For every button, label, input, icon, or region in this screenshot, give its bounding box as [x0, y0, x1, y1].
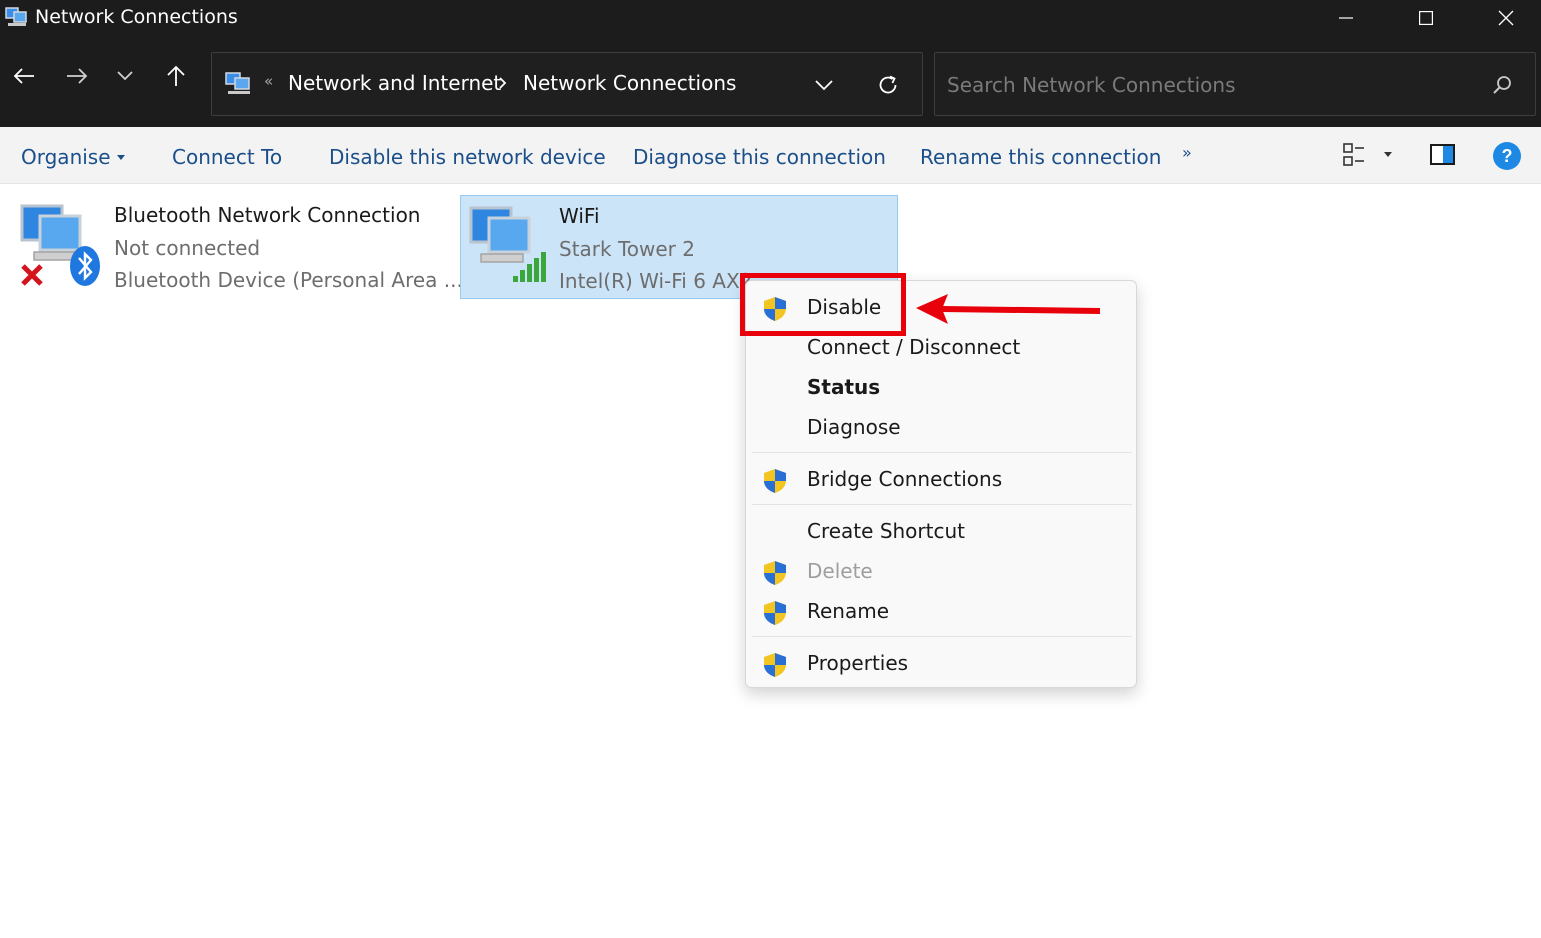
refresh-icon	[879, 75, 897, 94]
address-history-button[interactable]	[810, 71, 838, 99]
maximize-button[interactable]	[1386, 0, 1466, 36]
uac-shield-icon	[764, 469, 786, 493]
menu-item-create-shortcut[interactable]: Create Shortcut	[746, 512, 1136, 552]
recent-locations-button[interactable]	[107, 58, 143, 94]
refresh-button[interactable]	[874, 71, 902, 99]
close-button[interactable]	[1466, 0, 1541, 36]
command-bar: Organise Connect To Disable this network…	[0, 127, 1541, 184]
help-icon[interactable]: ?	[1492, 141, 1522, 171]
chevron-down-icon	[815, 79, 833, 90]
menu-item-diagnose[interactable]: Diagnose	[746, 408, 1136, 448]
menu-item-status[interactable]: Status	[746, 368, 1136, 408]
menu-item-label: Status	[807, 375, 881, 399]
menu-separator	[752, 452, 1132, 453]
chevron-down-icon	[117, 71, 133, 81]
preview-pane-button[interactable]	[1428, 140, 1458, 170]
menu-item-label: Rename	[807, 599, 890, 623]
arrow-left-icon	[13, 68, 34, 84]
uac-shield-icon	[764, 653, 786, 677]
menu-item-delete[interactable]: Delete	[746, 552, 1136, 592]
menu-separator	[752, 636, 1132, 637]
svg-text:?: ?	[1502, 146, 1513, 166]
breadcrumb-network-and-internet[interactable]: Network and Internet	[288, 71, 501, 95]
navigation-bar: « Network and Internet Network Connectio…	[0, 36, 1541, 127]
connection-name: Bluetooth Network Connection	[114, 203, 421, 227]
up-button[interactable]	[158, 58, 194, 94]
menu-item-properties[interactable]: Properties	[746, 644, 1136, 684]
window-title: Network Connections	[35, 6, 238, 28]
connection-item-bluetooth[interactable]: Bluetooth Network Connection Not connect…	[16, 200, 463, 300]
uac-shield-icon	[764, 561, 786, 585]
minimize-button[interactable]	[1306, 0, 1386, 36]
connect-to-button[interactable]: Connect To	[172, 145, 282, 169]
caret-down-icon	[116, 155, 125, 160]
organise-menu[interactable]: Organise	[21, 145, 125, 169]
connection-device: Bluetooth Device (Personal Area ...	[114, 268, 463, 292]
network-computer-icon	[20, 204, 100, 286]
address-bar[interactable]: « Network and Internet Network Connectio…	[211, 52, 923, 116]
breadcrumb-network-connections[interactable]: Network Connections	[523, 71, 736, 95]
close-icon	[1498, 10, 1514, 26]
menu-separator	[752, 504, 1132, 505]
search-icon[interactable]	[1491, 74, 1513, 96]
context-menu: Disable Connect / Disconnect Status Diag…	[745, 280, 1137, 688]
maximize-icon	[1419, 11, 1433, 25]
arrow-up-icon	[167, 65, 185, 86]
search-input[interactable]	[947, 71, 1467, 99]
title-bar: Network Connections	[0, 0, 1541, 36]
view-options-icon	[1343, 143, 1392, 166]
address-overflow[interactable]: «	[264, 72, 273, 90]
menu-item-rename[interactable]: Rename	[746, 592, 1136, 632]
network-computer-icon	[469, 206, 546, 282]
change-view-button[interactable]	[1340, 140, 1400, 170]
annotation-highlight-box	[740, 273, 906, 336]
menu-item-label: Bridge Connections	[807, 467, 1003, 491]
menu-item-label: Create Shortcut	[807, 519, 965, 543]
back-button[interactable]	[6, 58, 42, 94]
connection-status: Stark Tower 2	[559, 237, 695, 261]
connection-status: Not connected	[114, 236, 261, 260]
organise-label: Organise	[21, 145, 111, 169]
more-commands-button[interactable]: »	[1182, 143, 1192, 162]
network-connections-app-icon	[5, 7, 27, 26]
menu-item-label: Diagnose	[807, 415, 901, 439]
menu-item-label: Connect / Disconnect	[807, 335, 1021, 359]
menu-item-label: Properties	[807, 651, 909, 675]
disable-device-button[interactable]: Disable this network device	[329, 145, 606, 169]
search-box[interactable]	[934, 52, 1536, 116]
diagnose-connection-button[interactable]: Diagnose this connection	[633, 145, 886, 169]
disconnected-x-icon	[21, 264, 43, 286]
connection-device: Intel(R) Wi-Fi 6 AX2	[559, 269, 753, 293]
forward-button[interactable]	[59, 58, 95, 94]
network-folder-icon	[225, 72, 250, 94]
annotation-arrow-icon	[916, 294, 1101, 324]
rename-connection-button[interactable]: Rename this connection	[920, 145, 1161, 169]
minimize-icon	[1339, 17, 1353, 19]
breadcrumb-separator-icon	[499, 77, 507, 89]
preview-pane-icon	[1430, 144, 1455, 165]
arrow-right-icon	[67, 68, 88, 84]
uac-shield-icon	[764, 601, 786, 625]
menu-item-bridge-connections[interactable]: Bridge Connections	[746, 460, 1136, 500]
connection-name: WiFi	[559, 204, 600, 228]
menu-item-label: Delete	[807, 559, 873, 583]
